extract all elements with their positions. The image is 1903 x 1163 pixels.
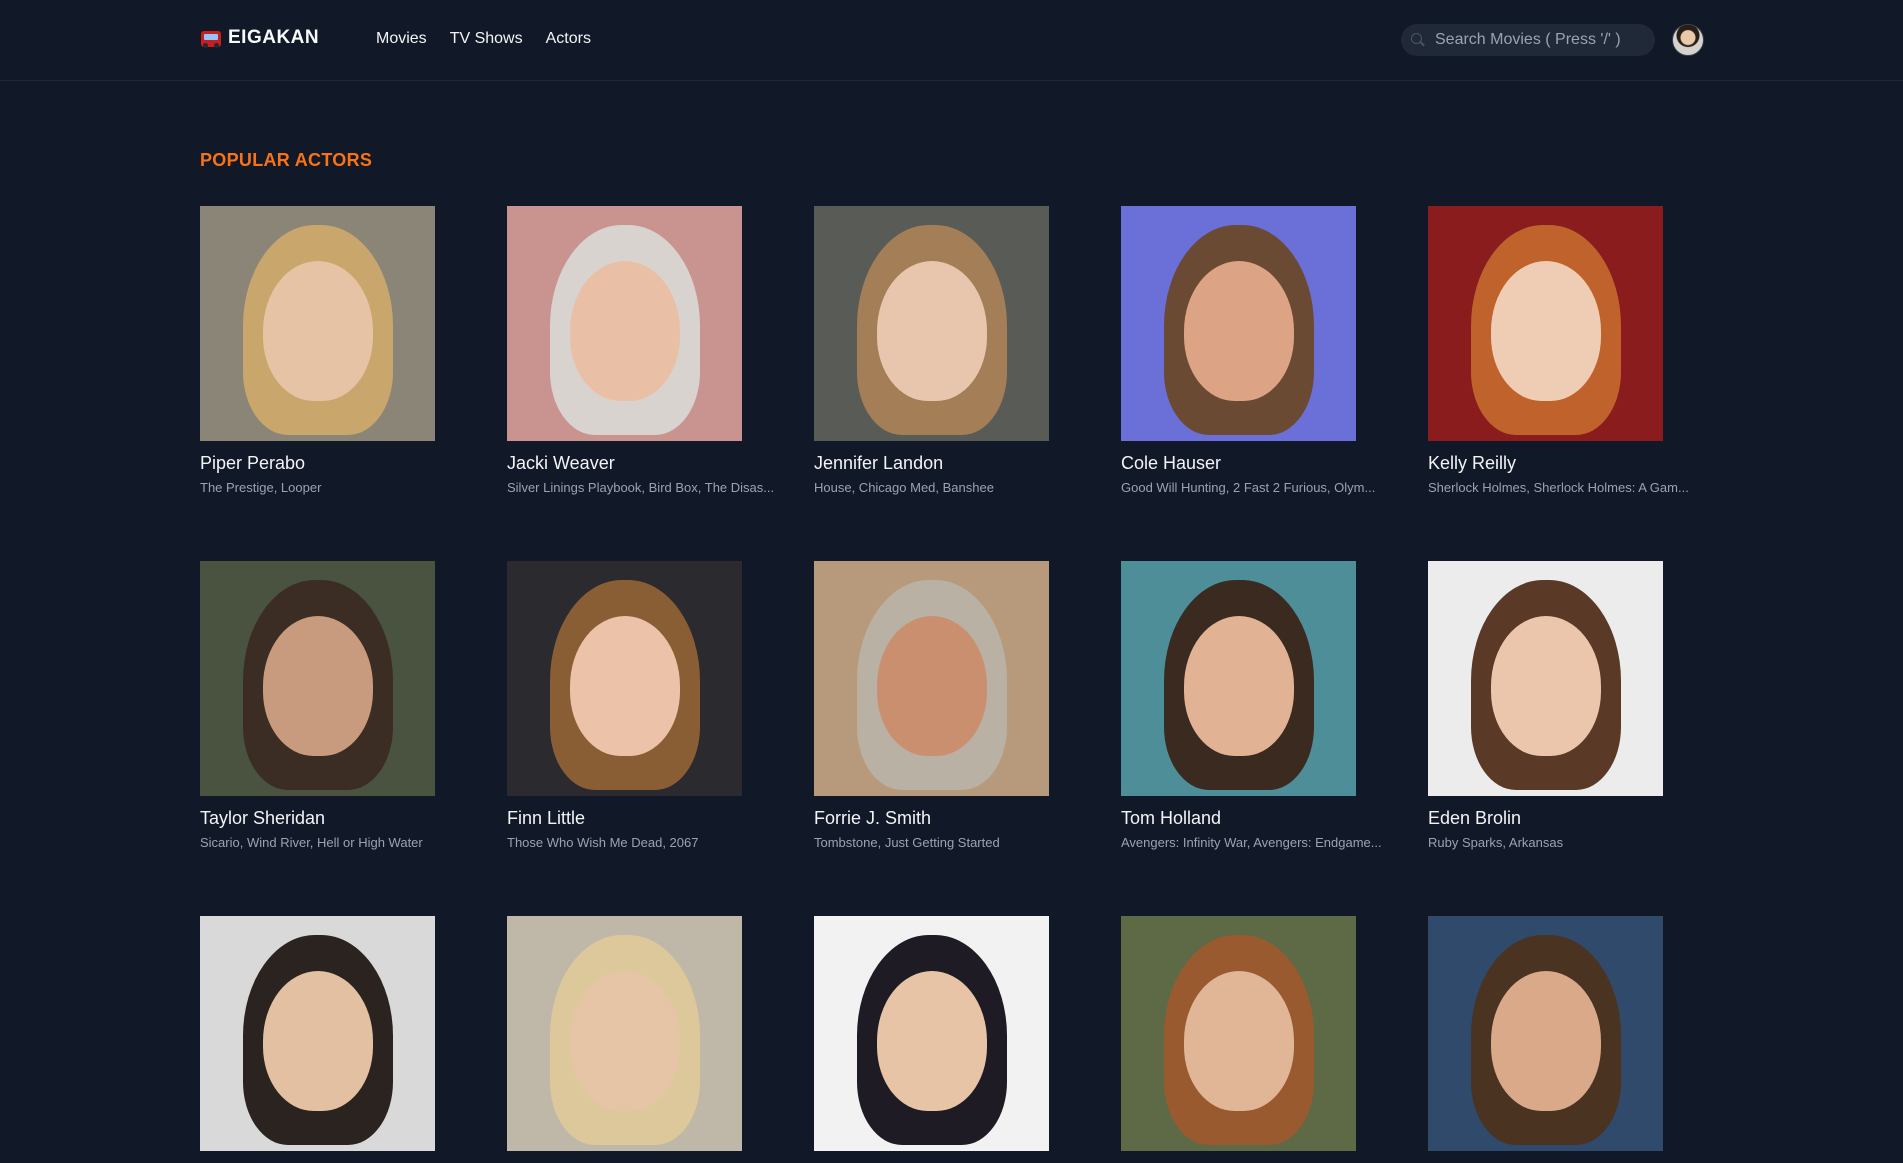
actor-photo[interactable] xyxy=(1428,916,1663,1151)
actor-name[interactable]: Piper Perabo xyxy=(200,453,480,474)
nav-tv-shows[interactable]: TV Shows xyxy=(450,30,523,48)
actor-photo[interactable] xyxy=(200,206,435,441)
actor-known-for: Avengers: Infinity War, Avengers: Endgam… xyxy=(1121,835,1382,850)
actor-photo[interactable] xyxy=(1428,561,1663,796)
actor-card[interactable]: Eden Brolin Ruby Sparks, Arkansas xyxy=(1428,561,1708,850)
top-navbar: EIGAKAN Movies TV Shows Actors xyxy=(0,0,1903,81)
actor-name[interactable]: Jennifer Landon xyxy=(814,453,1094,474)
actor-known-for: Sherlock Holmes, Sherlock Holmes: A Gam.… xyxy=(1428,480,1689,495)
actor-name[interactable]: Taylor Sheridan xyxy=(200,808,480,829)
nav-actors[interactable]: Actors xyxy=(546,30,591,48)
actor-photo[interactable] xyxy=(200,916,435,1151)
actor-photo[interactable] xyxy=(1121,561,1356,796)
actor-known-for: Sicario, Wind River, Hell or High Water xyxy=(200,835,423,850)
actor-name[interactable]: Kelly Reilly xyxy=(1428,453,1708,474)
actor-card[interactable]: Forrie J. Smith Tombstone, Just Getting S… xyxy=(814,561,1094,850)
actor-card[interactable]: Cole Hauser Good Will Hunting, 2 Fast 2 F… xyxy=(1121,206,1401,495)
actor-photo[interactable] xyxy=(814,561,1049,796)
nav-movies[interactable]: Movies xyxy=(376,30,427,48)
actor-name[interactable]: Cole Hauser xyxy=(1121,453,1401,474)
actor-photo[interactable] xyxy=(507,916,742,1151)
actor-card[interactable]: Taylor Sheridan Sicario, Wind River, Hell… xyxy=(200,561,480,850)
actor-photo[interactable] xyxy=(1121,916,1356,1151)
actor-name[interactable]: Jacki Weaver xyxy=(507,453,787,474)
actor-photo[interactable] xyxy=(1428,206,1663,441)
actor-name[interactable]: Forrie J. Smith xyxy=(814,808,1094,829)
actor-name[interactable]: Finn Little xyxy=(507,808,787,829)
actor-photo[interactable] xyxy=(507,206,742,441)
actor-known-for: House, Chicago Med, Banshee xyxy=(814,480,994,495)
actor-known-for: Silver Linings Playbook, Bird Box, The D… xyxy=(507,480,775,495)
user-avatar[interactable] xyxy=(1672,24,1704,56)
bus-icon xyxy=(200,27,222,49)
actor-card[interactable]: Jennifer Landon House, Chicago Med, Bansh… xyxy=(814,206,1094,495)
brand-name: EIGAKAN xyxy=(228,27,320,48)
actor-photo[interactable] xyxy=(814,916,1049,1151)
actor-card[interactable] xyxy=(1121,916,1401,1163)
actor-card[interactable]: Jacki Weaver Silver Linings Playbook, Bir… xyxy=(507,206,787,495)
actor-photo[interactable] xyxy=(507,561,742,796)
actor-card[interactable]: Finn Little Those Who Wish Me Dead, 2067 xyxy=(507,561,787,850)
actor-photo[interactable] xyxy=(200,561,435,796)
search-input[interactable] xyxy=(1435,31,1635,49)
actor-known-for: The Prestige, Looper xyxy=(200,480,322,495)
actor-known-for: Good Will Hunting, 2 Fast 2 Furious, Oly… xyxy=(1121,480,1376,495)
actor-known-for: Those Who Wish Me Dead, 2067 xyxy=(507,835,699,850)
brand-logo[interactable]: EIGAKAN xyxy=(200,26,319,50)
actor-known-for: Tombstone, Just Getting Started xyxy=(814,835,1000,850)
actor-card[interactable] xyxy=(200,916,480,1163)
actor-card[interactable] xyxy=(1428,916,1708,1163)
actor-card[interactable] xyxy=(507,916,787,1163)
section-title: POPULAR ACTORS xyxy=(200,150,373,170)
actor-photo[interactable] xyxy=(814,206,1049,441)
actor-name[interactable]: Tom Holland xyxy=(1121,808,1401,829)
actor-card[interactable]: Kelly Reilly Sherlock Holmes, Sherlock Ho… xyxy=(1428,206,1708,495)
search-icon xyxy=(1411,33,1425,47)
actor-known-for: Ruby Sparks, Arkansas xyxy=(1428,835,1564,850)
actor-name[interactable]: Eden Brolin xyxy=(1428,808,1708,829)
actor-card[interactable]: Piper Perabo The Prestige, Looper xyxy=(200,206,480,495)
actor-photo[interactable] xyxy=(1121,206,1356,441)
main-nav: Movies TV Shows Actors xyxy=(376,30,614,48)
actor-card[interactable] xyxy=(814,916,1094,1163)
actor-card[interactable]: Tom Holland Avengers: Infinity War, Aveng… xyxy=(1121,561,1401,850)
search-box[interactable] xyxy=(1401,24,1655,56)
